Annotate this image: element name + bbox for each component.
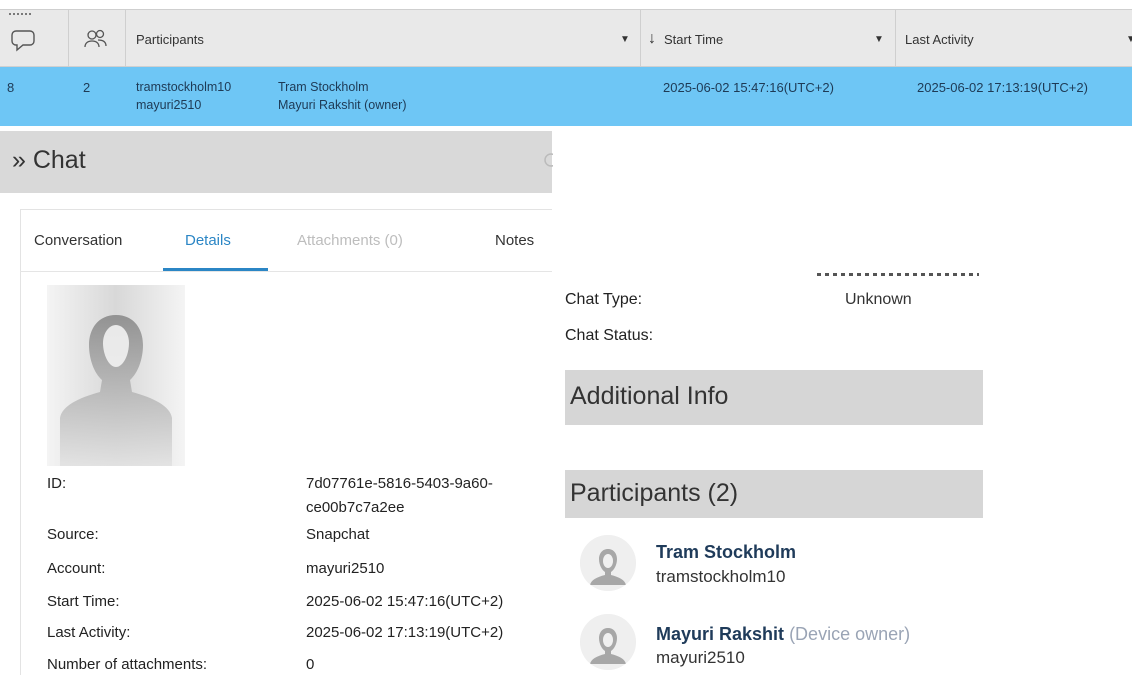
active-tab-indicator: [163, 268, 268, 271]
participant-count-cell: 2: [83, 80, 91, 95]
start-time-filter-dropdown-icon[interactable]: ▼: [874, 34, 884, 45]
detail-value-start-time: 2025-06-02 15:47:16(UTC+2): [306, 593, 504, 610]
participant-username: tramstockholm10: [136, 80, 232, 94]
tab-attachments[interactable]: Attachments (0): [297, 232, 403, 249]
participant-name: Mayuri Rakshit (owner): [278, 98, 407, 112]
column-divider[interactable]: [640, 10, 641, 68]
detail-label-id: ID:: [47, 475, 67, 492]
column-divider[interactable]: [125, 10, 126, 68]
messages-column-header[interactable]: [0, 10, 60, 68]
person-silhouette-icon: [47, 285, 185, 466]
participant-username: tramstockholm10: [656, 567, 786, 586]
detail-value-account: mayuri2510: [306, 560, 385, 577]
person-silhouette-icon: [580, 614, 636, 670]
participant-name: Tram Stockholm: [278, 80, 369, 94]
detail-value-id: 7d07761e-5816-5403-9a60-: [306, 475, 493, 492]
start-time-cell: 2025-06-02 15:47:16(UTC+2): [663, 80, 834, 95]
detail-label-start-time: Start Time:: [47, 593, 120, 610]
participants-filter-dropdown-icon[interactable]: ▼: [620, 34, 630, 45]
search-icon[interactable]: [541, 152, 558, 177]
table-row[interactable]: 8 2 tramstockholm10 mayuri2510 Tram Stoc…: [0, 67, 1132, 126]
participants-column-header[interactable]: Participants: [136, 10, 204, 68]
dots-icon: [9, 13, 31, 15]
tab-conversation[interactable]: Conversation: [34, 232, 122, 249]
detail-value-attachments: 0: [306, 656, 315, 673]
participant-avatar: [580, 535, 636, 591]
participant-username: mayuri2510: [136, 98, 202, 112]
detail-value-last-activity: 2025-06-02 17:13:19(UTC+2): [306, 624, 504, 641]
chat-list-grid: Participants ▼ ↓ Start Time ▼ Last Activ…: [0, 9, 1132, 126]
participant-display-name: Mayuri Rakshit (Device owner): [656, 624, 910, 645]
device-owner-badge: (Device owner): [789, 624, 911, 644]
detail-label-last-activity: Last Activity:: [47, 624, 131, 641]
person-silhouette-icon: [580, 535, 636, 591]
chat-status-label: Chat Status:: [565, 327, 654, 344]
participant-name-text: Mayuri Rakshit: [656, 624, 785, 644]
last-activity-column-header[interactable]: Last Activity: [905, 10, 974, 68]
chat-type-value: Unknown: [845, 291, 912, 308]
last-activity-filter-dropdown-icon[interactable]: ▼: [1126, 34, 1132, 45]
detail-label-source: Source:: [47, 526, 99, 543]
last-activity-cell: 2025-06-02 17:13:19(UTC+2): [917, 80, 1088, 95]
participant-display-name: Tram Stockholm: [656, 542, 797, 562]
sort-descending-icon[interactable]: ↓: [648, 10, 656, 68]
start-time-column-header[interactable]: Start Time: [664, 10, 723, 68]
chat-bubble-icon: [11, 30, 35, 52]
detail-value-id-cont: ce00b7c7a2ee: [306, 499, 405, 516]
tab-details[interactable]: Details: [185, 232, 231, 249]
participant-username: mayuri2510: [656, 648, 745, 667]
message-count-cell: 8: [7, 80, 15, 95]
chat-panel-title[interactable]: » Chat: [12, 146, 86, 175]
people-icon: [84, 29, 107, 48]
additional-info-title: Additional Info: [570, 382, 729, 410]
grid-header: Participants ▼ ↓ Start Time ▼ Last Activ…: [0, 9, 1132, 68]
participant-avatar: [580, 614, 636, 670]
participants-title: Participants (2): [570, 479, 739, 507]
detail-value-source: Snapchat: [306, 526, 370, 543]
participants-count-column-header[interactable]: [69, 10, 124, 68]
tab-notes[interactable]: Notes: [495, 232, 534, 249]
detail-label-account: Account:: [47, 560, 106, 577]
truncated-text-remnant: [817, 273, 979, 276]
column-divider[interactable]: [895, 10, 896, 68]
chat-type-label: Chat Type:: [565, 291, 643, 308]
contact-avatar: [47, 285, 185, 466]
detail-label-attachments: Number of attachments:: [47, 656, 208, 673]
